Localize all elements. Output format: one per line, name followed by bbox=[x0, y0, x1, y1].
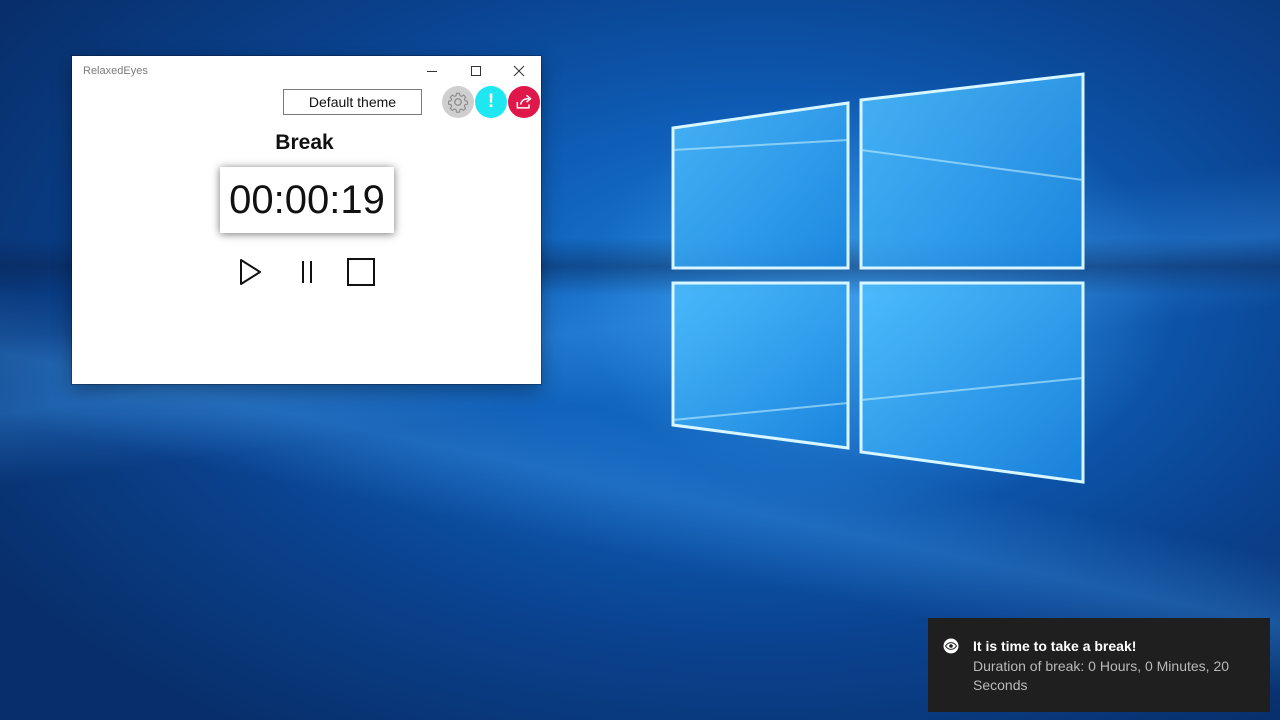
title-bar[interactable]: RelaxedEyes bbox=[72, 56, 541, 86]
pause-button[interactable] bbox=[289, 256, 325, 288]
timer-mode-label: Break bbox=[275, 131, 334, 154]
share-icon bbox=[516, 94, 532, 109]
eye-icon bbox=[943, 638, 959, 654]
stop-icon bbox=[347, 258, 375, 286]
relaxedeyes-window: RelaxedEyes Default theme ! Break 00:00:… bbox=[72, 56, 541, 384]
break-notification[interactable]: It is time to take a break! Duration of … bbox=[928, 618, 1270, 712]
maximize-icon bbox=[471, 66, 481, 76]
timer-value: 00:00:19 bbox=[229, 177, 385, 222]
close-icon bbox=[513, 65, 525, 77]
info-icon: ! bbox=[487, 91, 495, 112]
stop-button[interactable] bbox=[343, 256, 379, 288]
notification-body: Duration of break: 0 Hours, 0 Minutes, 2… bbox=[973, 658, 1230, 693]
gear-icon bbox=[448, 92, 468, 113]
notification-title: It is time to take a break! bbox=[973, 638, 1137, 654]
info-button[interactable]: ! bbox=[475, 86, 507, 118]
share-button[interactable] bbox=[508, 86, 540, 118]
minimize-button[interactable] bbox=[410, 56, 454, 86]
play-icon bbox=[240, 259, 261, 285]
theme-button[interactable]: Default theme bbox=[283, 89, 422, 115]
close-button[interactable] bbox=[497, 56, 541, 86]
pause-icon bbox=[302, 261, 312, 283]
window-title: RelaxedEyes bbox=[83, 65, 148, 77]
maximize-button[interactable] bbox=[454, 56, 498, 86]
timer-display: 00:00:19 bbox=[220, 167, 394, 233]
minimize-icon bbox=[427, 71, 437, 72]
settings-button[interactable] bbox=[442, 86, 474, 118]
play-button[interactable] bbox=[232, 256, 268, 288]
